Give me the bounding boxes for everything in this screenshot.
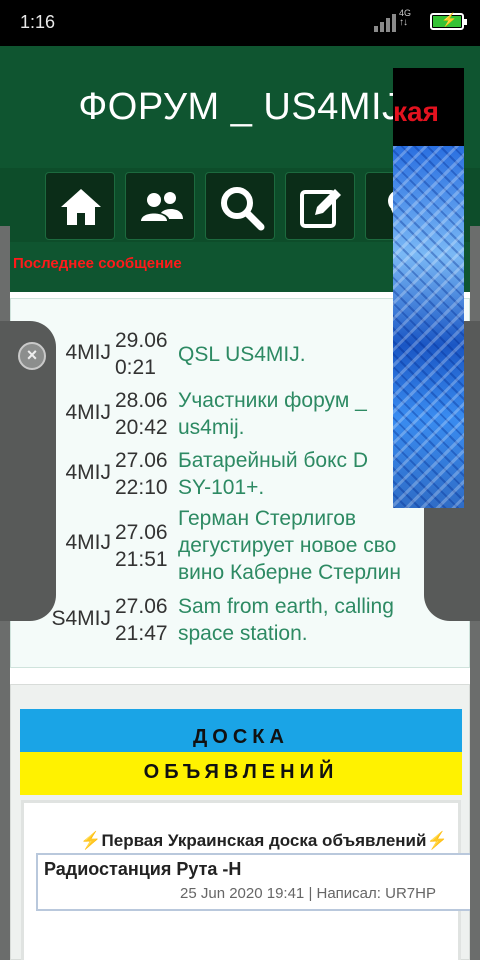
- network-indicator: 4G ↑↓: [399, 8, 411, 28]
- banner-title-line1: ДОСКА: [193, 726, 289, 748]
- board-content: ⚡Первая Украинская доска объявлений⚡ Рад…: [21, 800, 476, 960]
- post-date-time: 21:47: [115, 622, 168, 645]
- post-date-time: 22:10: [115, 476, 168, 499]
- browser-screen: ФОРУМ _ US4MIJ Последнее сообщение 4MIJ …: [0, 46, 480, 960]
- post-date-time: 21:51: [115, 548, 168, 571]
- close-ad-icon[interactable]: ×: [18, 342, 46, 370]
- banner-title-line2: ОБЪЯВЛЕНИЙ: [143, 761, 339, 783]
- board-heading: ⚡Первая Украинская доска объявлений⚡: [80, 831, 448, 850]
- ad-text: кая: [393, 96, 439, 127]
- post-date-day: 29.06: [115, 329, 168, 352]
- battery-icon: ⚡: [430, 12, 467, 30]
- ad-title[interactable]: Радиостанция Рута -Н: [44, 859, 241, 880]
- post-date-day: 27.06: [115, 449, 168, 472]
- signal-icon: [374, 14, 398, 32]
- ad-meta: 25 Jun 2020 19:41 | Написал: UR7HP: [180, 885, 436, 902]
- users-button[interactable]: [125, 172, 195, 240]
- post-date-time: 20:42: [115, 416, 168, 439]
- status-time: 1:16: [20, 12, 56, 32]
- status-bar: 1:16 4G ↑↓ ⚡: [0, 0, 480, 46]
- home-button[interactable]: [45, 172, 115, 240]
- post-date: 27.06 22:10: [115, 447, 179, 501]
- post-date: 29.06 0:21: [115, 327, 179, 381]
- search-icon: [221, 187, 265, 231]
- board-banner[interactable]: ДОСКА ОБЪЯВЛЕНИЙ: [20, 709, 462, 795]
- edit-icon: [300, 189, 341, 228]
- network-arrows: ↑↓: [399, 17, 408, 28]
- classifieds-board: ДОСКА ОБЪЯВЛЕНИЙ ⚡Первая Украинская доск…: [10, 684, 476, 960]
- post-date-time: 0:21: [115, 356, 156, 379]
- post-row[interactable]: S4MIJ 27.06 21:47 Sam from earth, callin…: [11, 593, 471, 653]
- post-date: 27.06 21:51: [115, 519, 179, 573]
- post-date: 27.06 21:47: [115, 593, 179, 647]
- post-date-day: 28.06: [115, 389, 168, 412]
- post-date: 28.06 20:42: [115, 387, 179, 441]
- search-button[interactable]: [205, 172, 275, 240]
- ad-banner-top: кая: [393, 60, 464, 146]
- post-row[interactable]: 4MIJ 27.06 21:51 Герман Стерлигов дегуст…: [11, 505, 471, 589]
- edit-button[interactable]: [285, 172, 355, 240]
- ad-image: [393, 146, 464, 508]
- post-title-line[interactable]: space station.: [178, 620, 478, 647]
- banner-yellow-stripe: ОБЪЯВЛЕНИЙ: [20, 752, 462, 795]
- banner-blue-stripe: ДОСКА: [20, 709, 462, 752]
- section-label: Последнее сообщение: [13, 255, 182, 272]
- post-date-day: 27.06: [115, 521, 168, 544]
- home-icon: [61, 189, 101, 225]
- ad-card[interactable]: Радиостанция Рута -Н 25 Jun 2020 19:41 |…: [36, 853, 476, 911]
- floating-ad[interactable]: кая: [393, 60, 464, 508]
- users-icon: [141, 192, 183, 221]
- post-date-day: 27.06: [115, 595, 168, 618]
